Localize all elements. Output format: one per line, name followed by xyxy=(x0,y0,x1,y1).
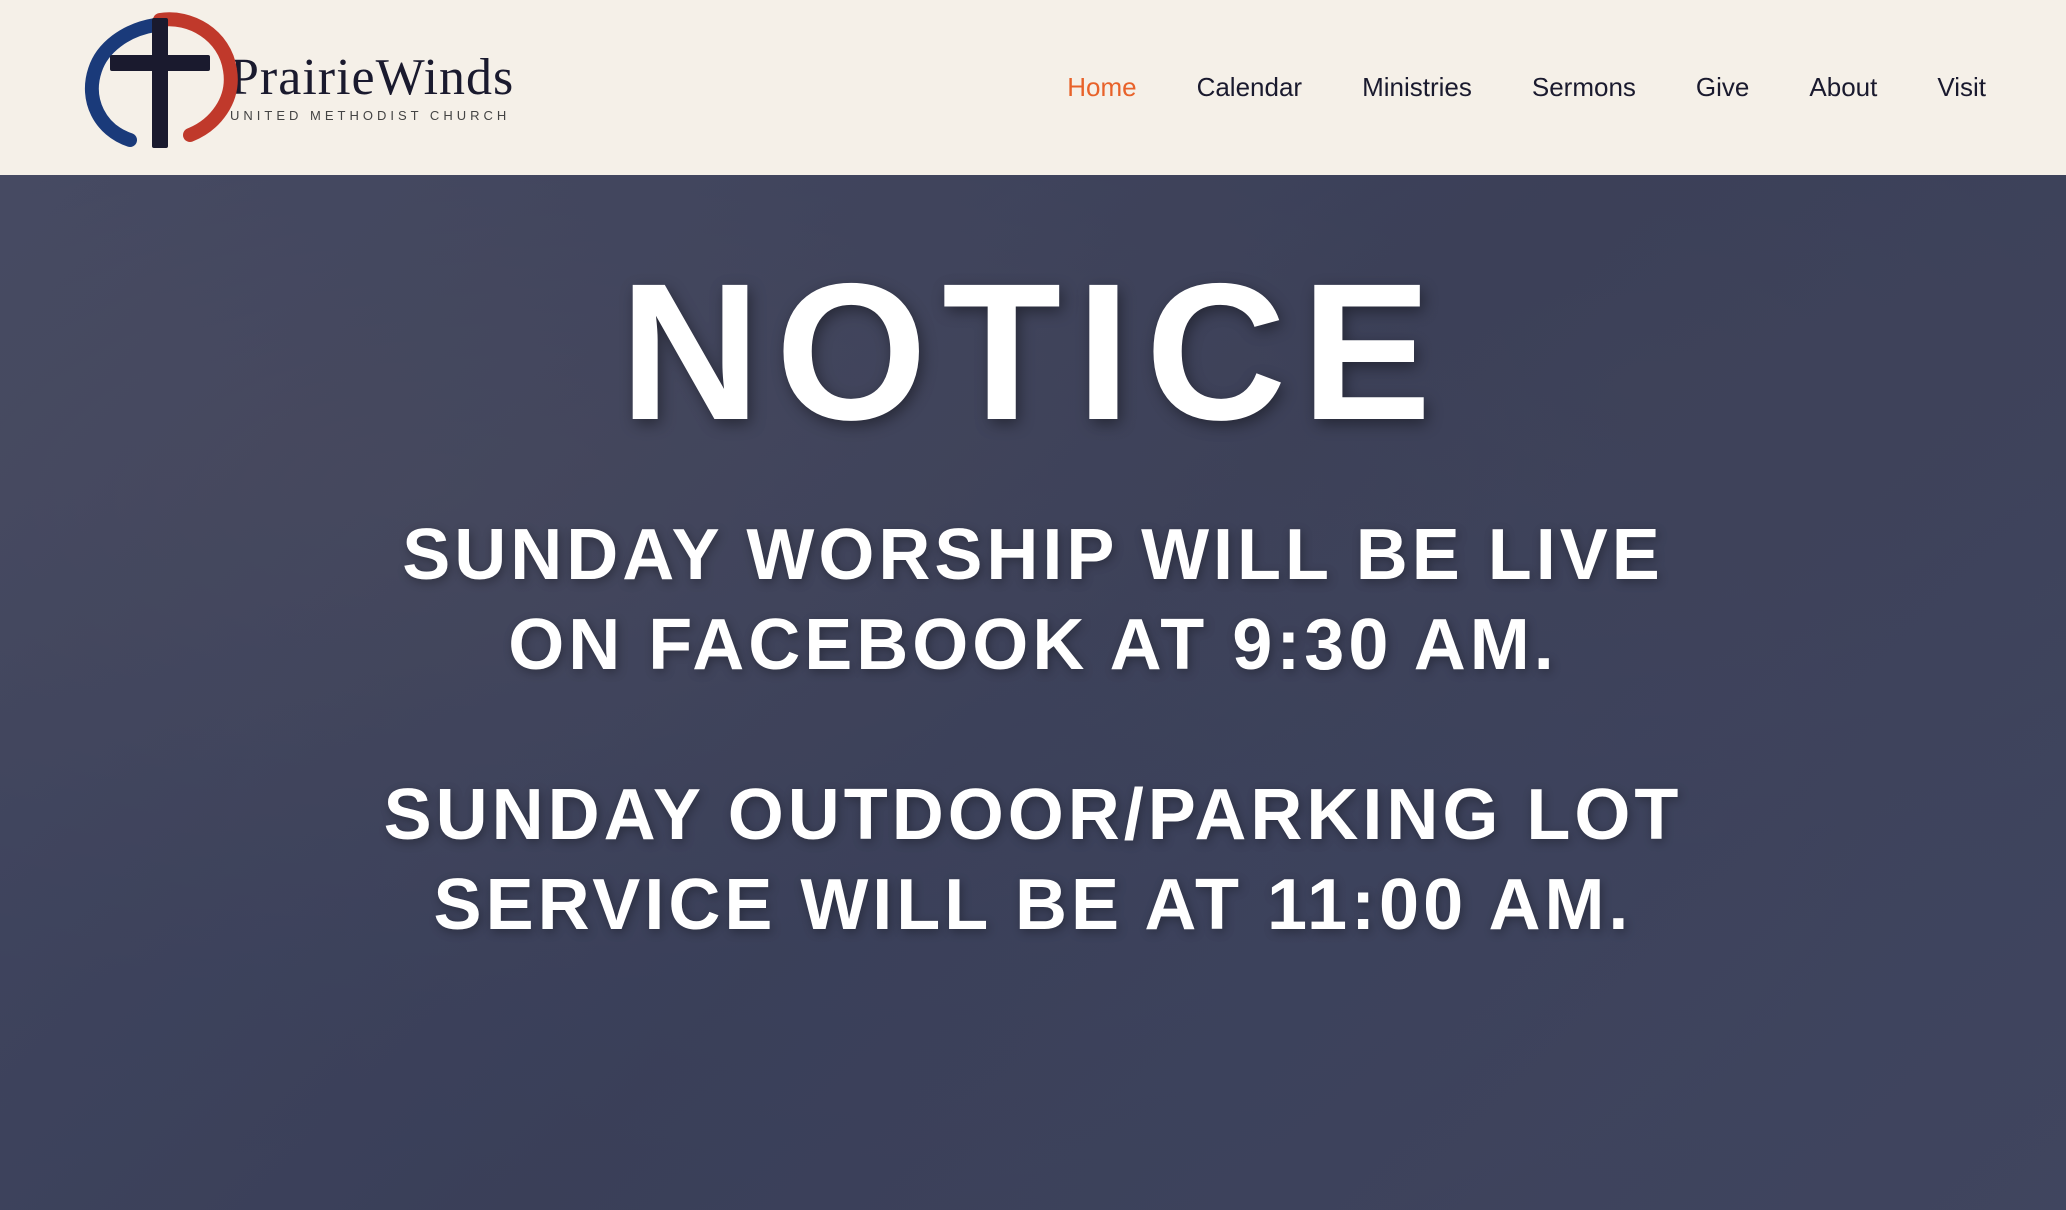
logo[interactable]: PrairieWinds UNITED METHODIST CHURCH xyxy=(80,10,514,165)
nav-visit[interactable]: Visit xyxy=(1937,72,1986,103)
notice-title: NOTICE xyxy=(620,255,1447,450)
nav-calendar[interactable]: Calendar xyxy=(1197,72,1303,103)
logo-text: PrairieWinds UNITED METHODIST CHURCH xyxy=(230,52,514,123)
hero-worship-text: SUNDAY WORSHIP WILL BE LIVEON FACEBOOK A… xyxy=(402,510,1664,690)
nav-give[interactable]: Give xyxy=(1696,72,1749,103)
nav-sermons[interactable]: Sermons xyxy=(1532,72,1636,103)
nav-ministries[interactable]: Ministries xyxy=(1362,72,1472,103)
logo-graphic xyxy=(80,10,240,165)
hero-outdoor-text: SUNDAY OUTDOOR/PARKING LOTSERVICE WILL B… xyxy=(384,770,1683,950)
main-nav: Home Calendar Ministries Sermons Give Ab… xyxy=(1067,72,1986,103)
nav-home[interactable]: Home xyxy=(1067,72,1136,103)
site-header: PrairieWinds UNITED METHODIST CHURCH Hom… xyxy=(0,0,2066,175)
nav-about[interactable]: About xyxy=(1809,72,1877,103)
logo-sub-text: UNITED METHODIST CHURCH xyxy=(230,108,514,123)
hero-section: NOTICE SUNDAY WORSHIP WILL BE LIVEON FAC… xyxy=(0,175,2066,1210)
logo-main-text: PrairieWinds xyxy=(230,52,514,104)
hero-content: NOTICE SUNDAY WORSHIP WILL BE LIVEON FAC… xyxy=(0,255,2066,950)
